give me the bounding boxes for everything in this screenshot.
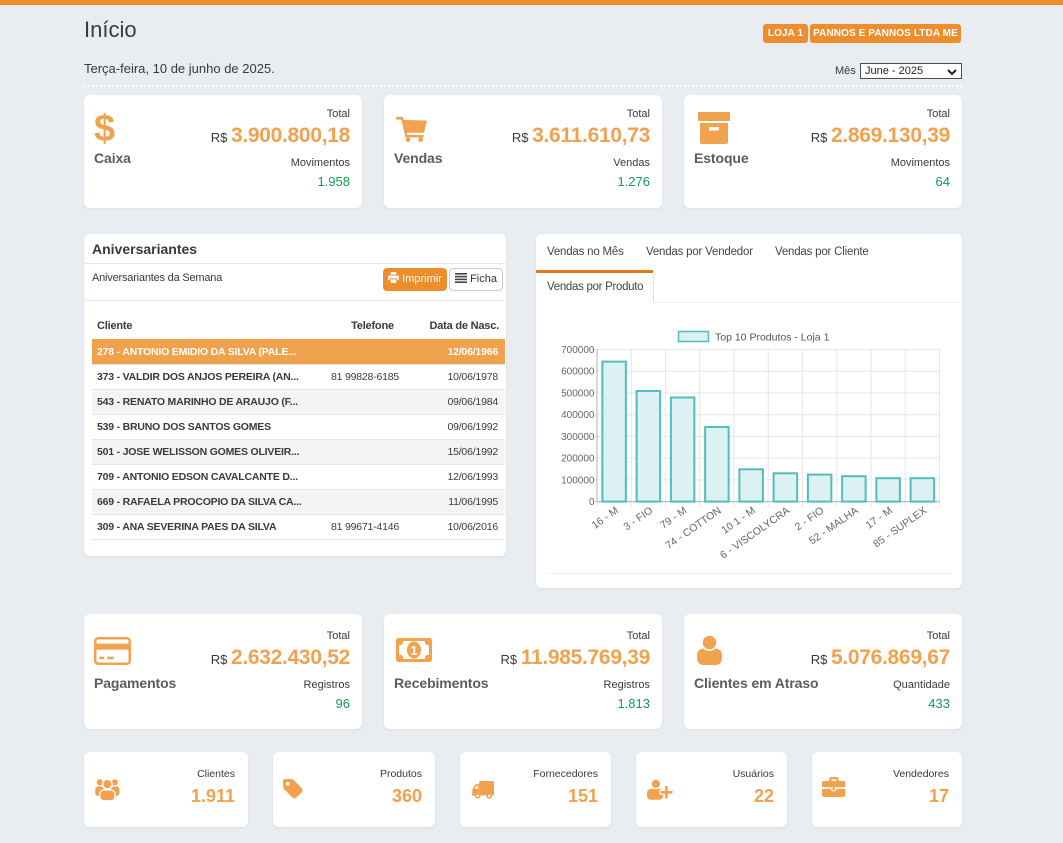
svg-text:0: 0 bbox=[589, 497, 595, 508]
svg-text:100000: 100000 bbox=[561, 475, 595, 486]
svg-text:400000: 400000 bbox=[561, 410, 595, 421]
svg-text:1: 1 bbox=[410, 643, 417, 658]
svg-text:Top 10 Produtos - Loja 1: Top 10 Produtos - Loja 1 bbox=[715, 332, 830, 344]
svg-text:700000: 700000 bbox=[561, 345, 595, 356]
svg-text:200000: 200000 bbox=[561, 454, 595, 465]
svg-text:300000: 300000 bbox=[561, 432, 595, 443]
svg-text:600000: 600000 bbox=[561, 367, 595, 378]
svg-text:500000: 500000 bbox=[561, 389, 595, 400]
svg-text:16 - M: 16 - M bbox=[590, 505, 621, 532]
svg-text:3 - FIO: 3 - FIO bbox=[621, 505, 655, 534]
